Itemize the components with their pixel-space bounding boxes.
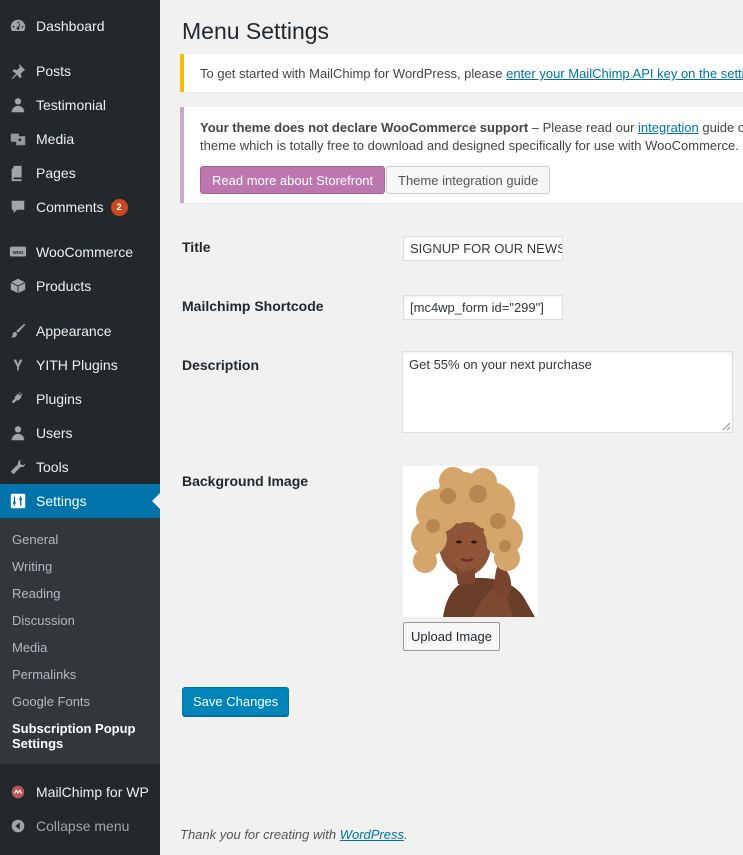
settings-submenu: General Writing Reading Discussion Media… [0,518,160,764]
woocommerce-notice: Your theme does not declare WooCommerce … [180,107,743,203]
sidebar-item-comments[interactable]: Comments 2 [0,190,160,224]
sidebar-item-label: Dashboard [36,18,105,34]
mailchimp-api-key-link[interactable]: enter your MailChimp API key on the sett… [506,66,743,81]
sidebar-item-label: Comments [36,199,104,215]
sidebar-item-label: MailChimp for WP [36,784,149,800]
submenu-item-subscription-popup-settings[interactable]: Subscription Popup Settings [12,721,152,751]
title-label: Title [182,239,211,255]
submenu-item-reading[interactable]: Reading [12,586,60,601]
submenu-item-permalinks[interactable]: Permalinks [12,667,76,682]
brush-icon [0,314,36,348]
sidebar-item-dashboard[interactable]: Dashboard [0,9,160,43]
collapse-menu-button[interactable]: Collapse menu [0,809,160,843]
notice-text: guide or c [702,120,743,135]
sidebar-item-label: Users [36,425,73,441]
woocommerce-notice-line1: Your theme does not declare WooCommerce … [200,120,743,135]
main-content: Menu Settings To get started with MailCh… [160,0,743,855]
sidebar-item-mailchimp[interactable]: MailChimp for WP [0,775,160,809]
sidebar-item-media[interactable]: Media [0,122,160,156]
collapse-icon [0,809,36,843]
save-changes-button[interactable]: Save Changes [182,687,290,716]
sidebar-item-label: Plugins [36,391,82,407]
sidebar-item-label: Media [36,131,75,147]
mailchimp-notice-text: To get started with MailChimp for WordPr… [200,66,743,81]
sidebar-item-plugins[interactable]: Plugins [0,382,160,416]
wrench-icon [0,450,36,484]
sidebar-item-tools[interactable]: Tools [0,450,160,484]
read-more-storefront-button[interactable]: Read more about Storefront [200,166,386,194]
sidebar-item-yith-plugins[interactable]: YITH Plugins [0,348,160,382]
submenu-item-writing[interactable]: Writing [12,559,52,574]
sidebar-item-label: Products [36,278,92,294]
description-textarea[interactable]: Get 55% on your next purchase [402,351,733,433]
notice-text: – Please read our [528,120,639,135]
mailchimp-notice: To get started with MailChimp for WordPr… [180,54,743,92]
users-icon [0,416,36,450]
sidebar-item-label: Tools [36,459,69,475]
svg-text:woo: woo [12,250,24,256]
submenu-item-google-fonts[interactable]: Google Fonts [12,694,90,709]
sidebar-item-settings[interactable]: Settings [0,484,160,518]
sidebar-item-products[interactable]: Products [0,269,160,303]
sidebar-item-label: Pages [36,165,76,181]
sidebar-item-users[interactable]: Users [0,416,160,450]
sidebar-item-label: YITH Plugins [36,357,118,373]
pin-icon [0,54,36,88]
mailchimp-icon [0,775,36,809]
sidebar-item-label: WooCommerce [36,244,133,260]
submenu-item-media[interactable]: Media [12,640,47,655]
resize-grip-icon[interactable] [722,422,731,431]
box-icon [0,269,36,303]
woo-icon: woo [0,235,36,269]
yith-icon [0,348,36,382]
settings-icon [0,484,36,518]
plug-icon [0,382,36,416]
footer-end: . [404,827,408,842]
submenu-item-general[interactable]: General [12,532,58,547]
theme-integration-guide-button[interactable]: Theme integration guide [386,166,551,194]
media-icon [0,122,36,156]
sidebar-item-woocommerce[interactable]: woo WooCommerce [0,235,160,269]
shortcode-label: Mailchimp Shortcode [182,298,324,314]
upload-image-button[interactable]: Upload Image [403,622,500,651]
submenu-item-discussion[interactable]: Discussion [12,613,75,628]
wordpress-link[interactable]: WordPress [340,827,404,842]
woocommerce-notice-line2: theme which is totally free to download … [200,138,739,153]
title-input[interactable]: SIGNUP FOR OUR NEWSLETTER [403,236,563,261]
comment-icon [0,190,36,224]
sidebar-item-appearance[interactable]: Appearance [0,314,160,348]
sidebar-item-label: Testimonial [36,97,107,113]
sidebar-item-label: Posts [36,63,72,79]
collapse-menu-label: Collapse menu [36,818,130,834]
notice-bold-text: Your theme does not declare WooCommerce … [200,120,529,135]
notice-text: To get started with MailChimp for WordPr… [200,66,507,81]
person-icon [0,88,36,122]
description-label: Description [182,357,260,373]
background-image-preview [403,466,538,617]
admin-footer: Thank you for creating with WordPress. [180,827,408,842]
page-title: Menu Settings [182,18,330,44]
shortcode-input[interactable]: [mc4wp_form id="299"] [403,295,563,320]
admin-sidebar: Dashboard Posts Testimonial Media Pages … [0,0,160,855]
sidebar-item-testimonial[interactable]: Testimonial [0,88,160,122]
sidebar-item-label: Appearance [36,323,112,339]
comments-count-badge: 2 [110,198,128,216]
background-image-label: Background Image [182,473,309,489]
pages-icon [0,156,36,190]
description-value: Get 55% on your next purchase [409,357,592,372]
sidebar-item-pages[interactable]: Pages [0,156,160,190]
dashboard-icon [0,9,36,43]
integration-link[interactable]: integration [638,120,699,135]
sidebar-item-posts[interactable]: Posts [0,54,160,88]
sidebar-item-label: Settings [36,493,87,509]
footer-text: Thank you for creating with [180,827,340,842]
